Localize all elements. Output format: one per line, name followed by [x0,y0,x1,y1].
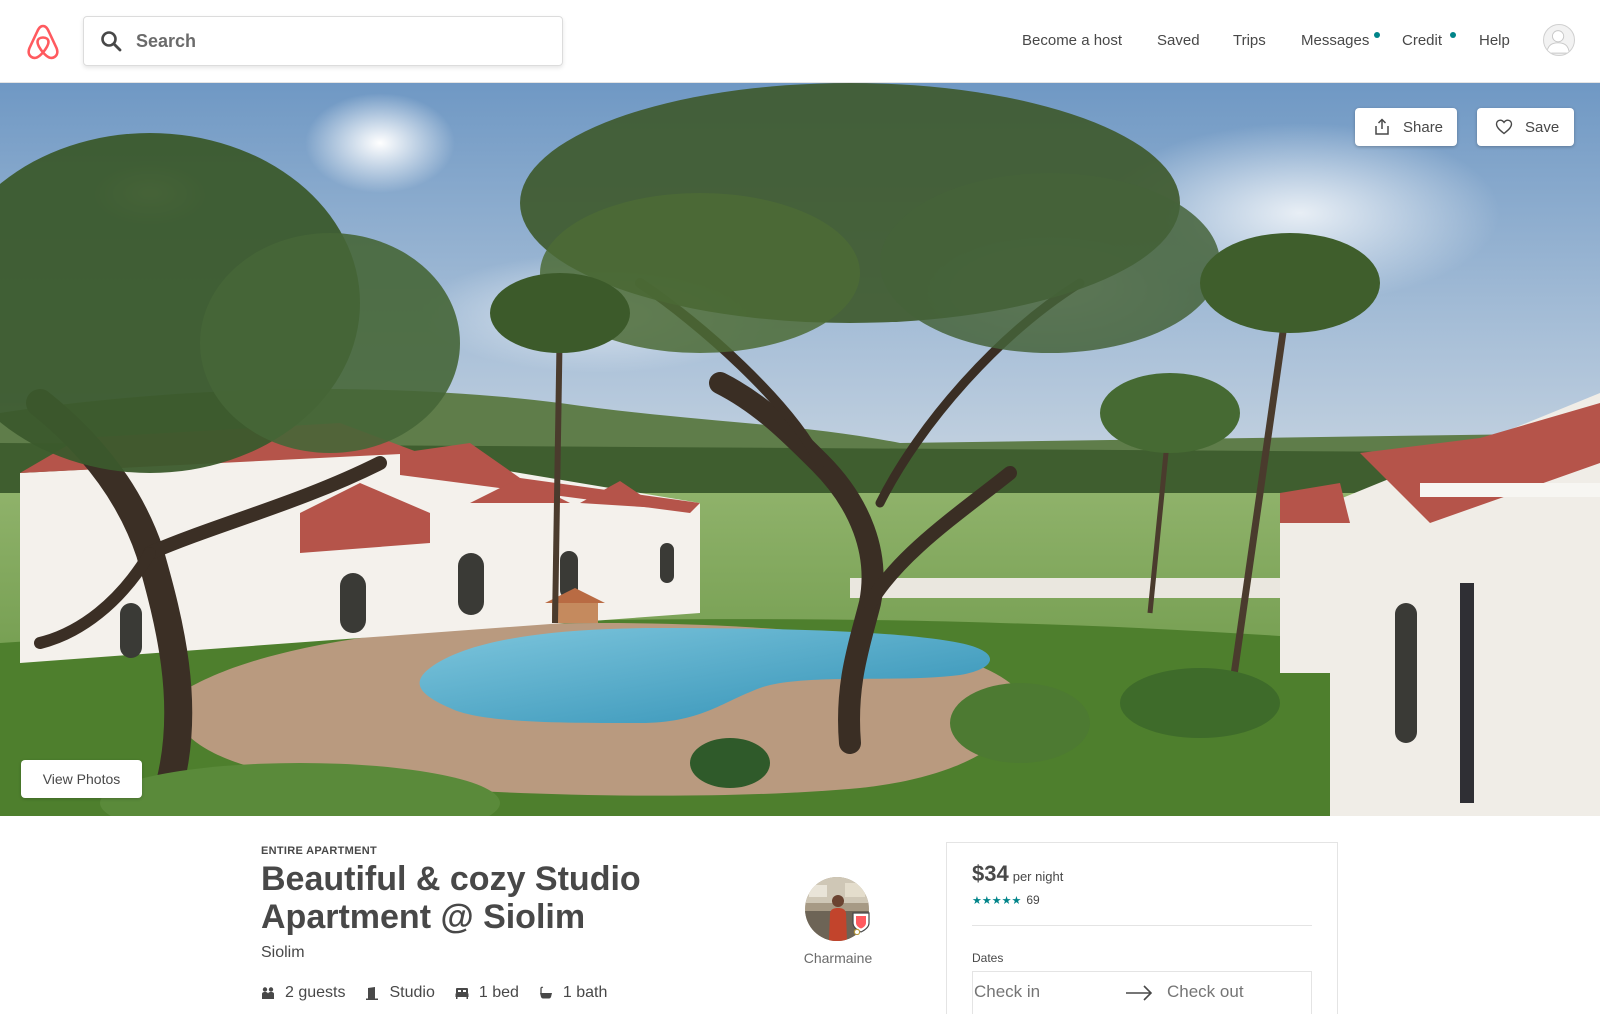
fact-studio-label: Studio [389,984,435,1001]
nav-credit[interactable]: Credit [1402,32,1442,49]
credit-notification-dot [1450,32,1456,38]
fact-bed-label: 1 bed [478,984,519,1001]
superhost-badge-icon [852,912,870,935]
bed-icon [455,988,469,999]
fact-guests-label: 2 guests [285,984,346,1001]
listing-title: Beautiful & cozy Studio Apartment @ Siol… [261,860,641,936]
door-icon [366,987,379,1000]
price-unit: per night [1012,869,1064,884]
nav-become-a-host[interactable]: Become a host [1022,32,1122,49]
search-box[interactable] [83,16,563,66]
fact-bath-label: 1 bath [562,984,608,1001]
fact-bed: 1 bed [455,984,519,1002]
booking-card: $34 per night ★★★★★ 69 Dates Check in Ch… [946,842,1338,1014]
rating-stars: ★★★★★ [972,894,1022,907]
dates-label: Dates [972,951,1004,965]
review-count: 69 [1026,893,1040,907]
save-label: Save [1525,118,1560,136]
rating-row[interactable]: ★★★★★ 69 [972,893,1040,907]
airbnb-belo-icon[interactable] [26,24,60,60]
nav-saved[interactable]: Saved [1157,32,1200,49]
share-label: Share [1403,118,1444,136]
listing-facts: 2 guests Studio 1 bed 1 bath [261,984,627,1002]
fact-guests: 2 guests [261,984,345,1002]
card-divider [972,925,1312,926]
listing-photo [0,83,1600,816]
fact-studio: Studio [365,984,435,1002]
nav-messages[interactable]: Messages [1301,32,1369,49]
check-out-field[interactable]: Check out [1167,982,1244,1002]
host-name[interactable]: Charmaine [800,950,876,966]
share-button[interactable]: Share [1355,108,1457,146]
search-icon [101,31,122,52]
share-icon [1375,118,1389,135]
guests-icon [262,987,274,999]
nightly-price: $34 [972,861,1009,886]
top-navigation-bar: Become a host Saved Trips Messages Credi… [0,0,1600,83]
user-avatar-icon[interactable] [1543,24,1575,56]
date-range-picker[interactable]: Check in Check out [972,971,1312,1014]
bath-icon [539,986,552,999]
listing-type: ENTIRE APARTMENT [261,845,378,857]
save-button[interactable]: Save [1477,108,1574,146]
check-in-field[interactable]: Check in [973,982,1040,1002]
search-input[interactable] [136,30,536,52]
view-photos-button[interactable]: View Photos [21,760,142,798]
nav-help[interactable]: Help [1479,32,1510,49]
listing-location[interactable]: Siolim [261,944,305,962]
check-in-placeholder: Check in [974,982,1041,1001]
fact-bath: 1 bath [539,984,607,1002]
messages-notification-dot [1374,32,1380,38]
price-row: $34 per night [972,861,1063,887]
check-out-placeholder: Check out [1167,982,1244,1001]
hero-photo[interactable]: Share Save View Photos [0,83,1600,816]
heart-icon [1495,119,1513,135]
arrow-right-icon [1126,985,1153,1001]
nav-trips[interactable]: Trips [1233,32,1266,49]
